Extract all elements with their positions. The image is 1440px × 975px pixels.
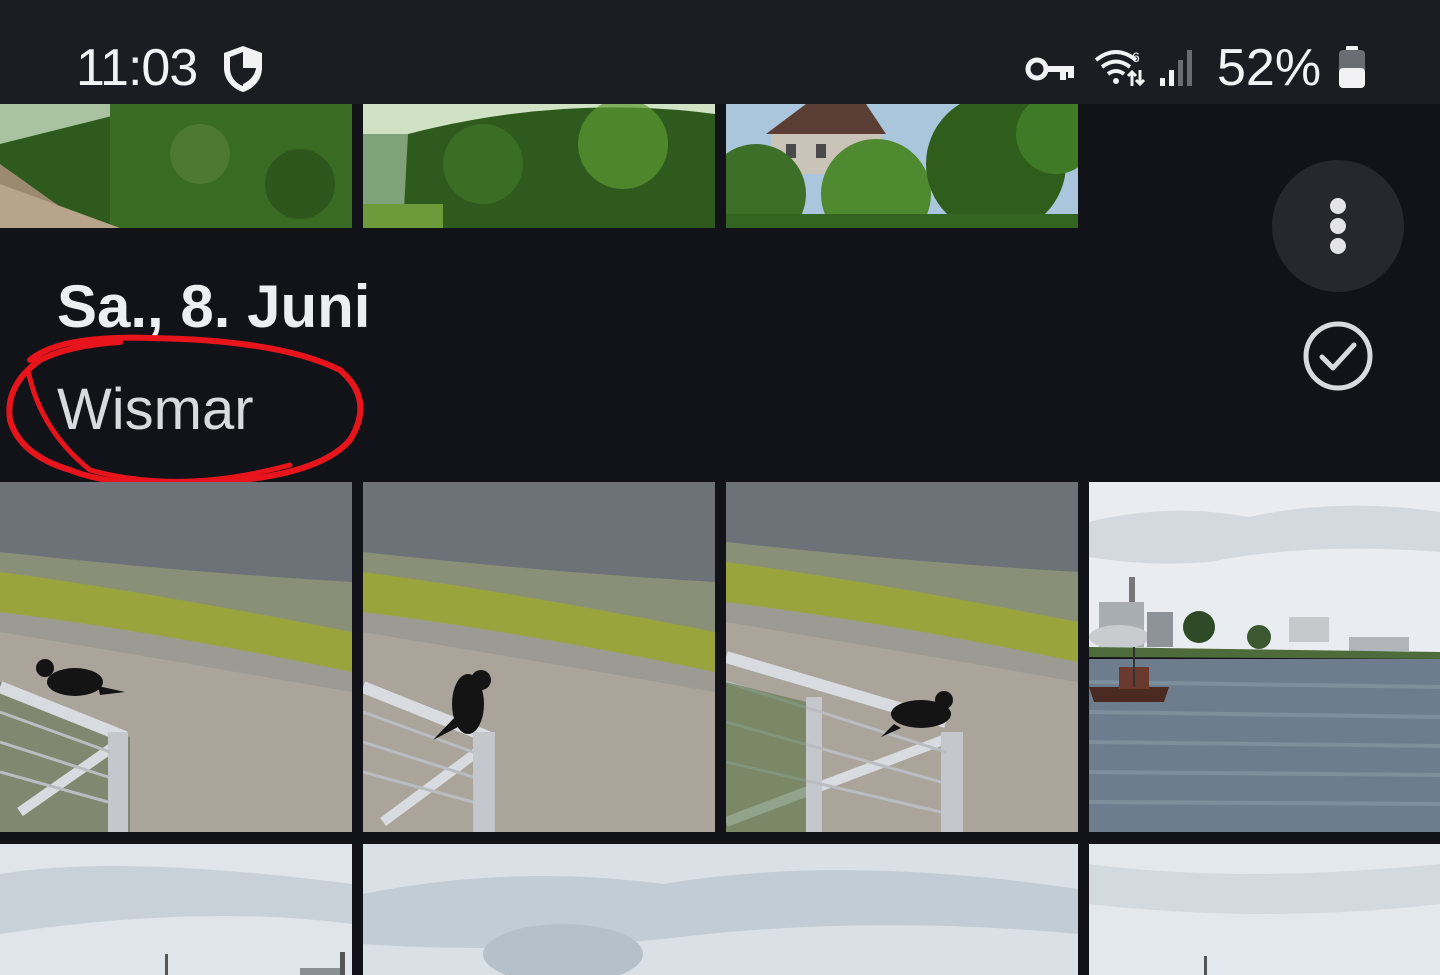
wifi-6-icon: 6: [1094, 49, 1146, 87]
status-bar: 11:03 6 52%: [0, 0, 1440, 104]
photo-thumbnail[interactable]: [0, 104, 352, 228]
photo-thumbnail[interactable]: [726, 482, 1078, 832]
svg-text:6: 6: [1132, 49, 1140, 65]
section-location[interactable]: Wismar: [57, 376, 254, 444]
photo-thumbnail[interactable]: [726, 104, 1078, 228]
photo-thumbnail[interactable]: [363, 482, 715, 832]
battery-percent: 52%: [1217, 39, 1322, 97]
photo-thumbnail[interactable]: [363, 104, 715, 228]
shield-icon: [224, 46, 262, 92]
photo-thumbnail[interactable]: [1089, 844, 1440, 975]
photo-thumbnail[interactable]: [1089, 482, 1440, 832]
clock: 11:03: [76, 39, 198, 97]
signal-icon: [1160, 50, 1192, 86]
photo-thumbnail[interactable]: [0, 844, 352, 975]
photo-thumbnail[interactable]: [363, 844, 1078, 975]
vpn-key-icon: [1025, 57, 1074, 81]
photo-thumbnail[interactable]: [0, 482, 352, 832]
section-date: Sa., 8. Juni: [57, 273, 371, 340]
battery-icon: [1339, 46, 1365, 88]
more-options-button[interactable]: [1272, 160, 1404, 292]
check-circle-icon[interactable]: [1302, 320, 1374, 392]
